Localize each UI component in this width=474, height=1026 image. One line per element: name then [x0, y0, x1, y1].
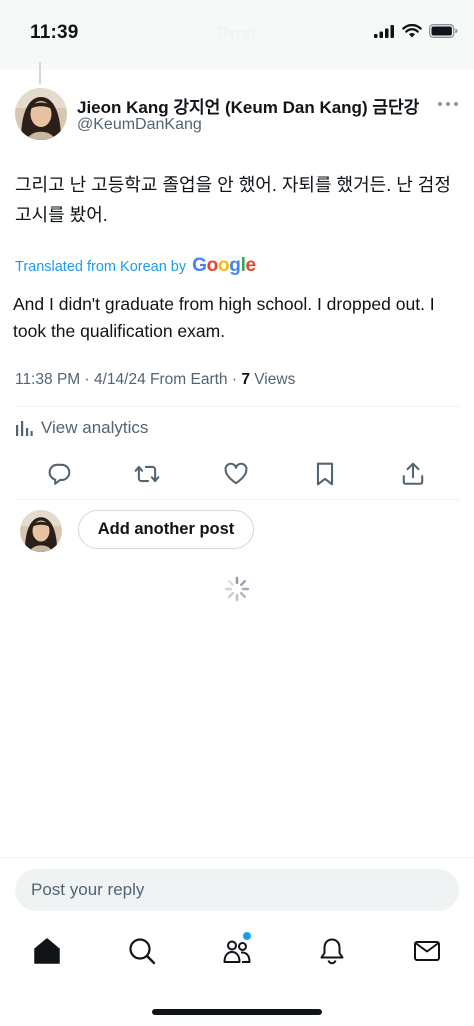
like-icon[interactable]: [223, 461, 249, 487]
thread-line: [39, 62, 41, 84]
translated-post-text: And I didn't graduate from high school. …: [13, 294, 435, 341]
signal-icon: [374, 24, 394, 38]
author-avatar[interactable]: [15, 88, 67, 140]
home-icon[interactable]: [32, 936, 62, 966]
repost-icon[interactable]: [134, 461, 160, 487]
views-label: Views: [254, 371, 296, 388]
search-icon[interactable]: [127, 936, 157, 966]
user-avatar[interactable]: [20, 510, 62, 552]
translation-attribution: Translated from Korean by Google: [15, 255, 256, 277]
divider: [15, 499, 460, 500]
status-time: 11:39: [30, 22, 79, 43]
reply-input[interactable]: [15, 869, 459, 911]
home-indicator[interactable]: [152, 1009, 322, 1015]
views-count: 7: [241, 371, 250, 388]
reply-bar-divider: [0, 857, 474, 858]
divider: [15, 406, 460, 407]
more-options-icon[interactable]: [436, 94, 460, 114]
notifications-icon[interactable]: [317, 936, 347, 966]
google-logo: Google: [192, 255, 256, 276]
view-analytics-link[interactable]: View analytics: [15, 418, 148, 438]
loading-spinner-icon: [224, 576, 250, 602]
messages-icon[interactable]: [412, 936, 442, 966]
share-icon[interactable]: [400, 461, 426, 487]
notification-dot: [243, 932, 251, 940]
author-handle[interactable]: @KeumDanKang: [77, 116, 202, 134]
wifi-icon: [402, 24, 422, 38]
add-another-post-button[interactable]: Add another post: [78, 510, 254, 549]
bookmark-icon[interactable]: [312, 461, 338, 487]
battery-icon: [429, 24, 458, 38]
status-bar: Post 11:39: [0, 0, 474, 70]
status-icons: [374, 24, 458, 38]
post-source: From Earth: [150, 371, 228, 388]
view-analytics-label: View analytics: [41, 418, 149, 437]
author-display-name[interactable]: Jieon Kang 강지언 (Keum Dan Kang) 금단강: [77, 93, 419, 118]
post-meta: 11:38 PM · 4/14/24 From Earth · 7 Views: [15, 371, 296, 388]
post-text: 그리고 난 고등학교 졸업을 안 했어. 자퇴를 했거든. 난 검정고시를 봤어…: [15, 175, 451, 225]
translation-label: Translated from Korean by: [15, 259, 187, 275]
communities-icon[interactable]: [222, 936, 252, 966]
post-date[interactable]: 4/14/24: [94, 371, 146, 388]
post-time[interactable]: 11:38 PM: [15, 371, 80, 388]
analytics-icon: [16, 421, 33, 436]
reply-icon[interactable]: [46, 461, 72, 487]
